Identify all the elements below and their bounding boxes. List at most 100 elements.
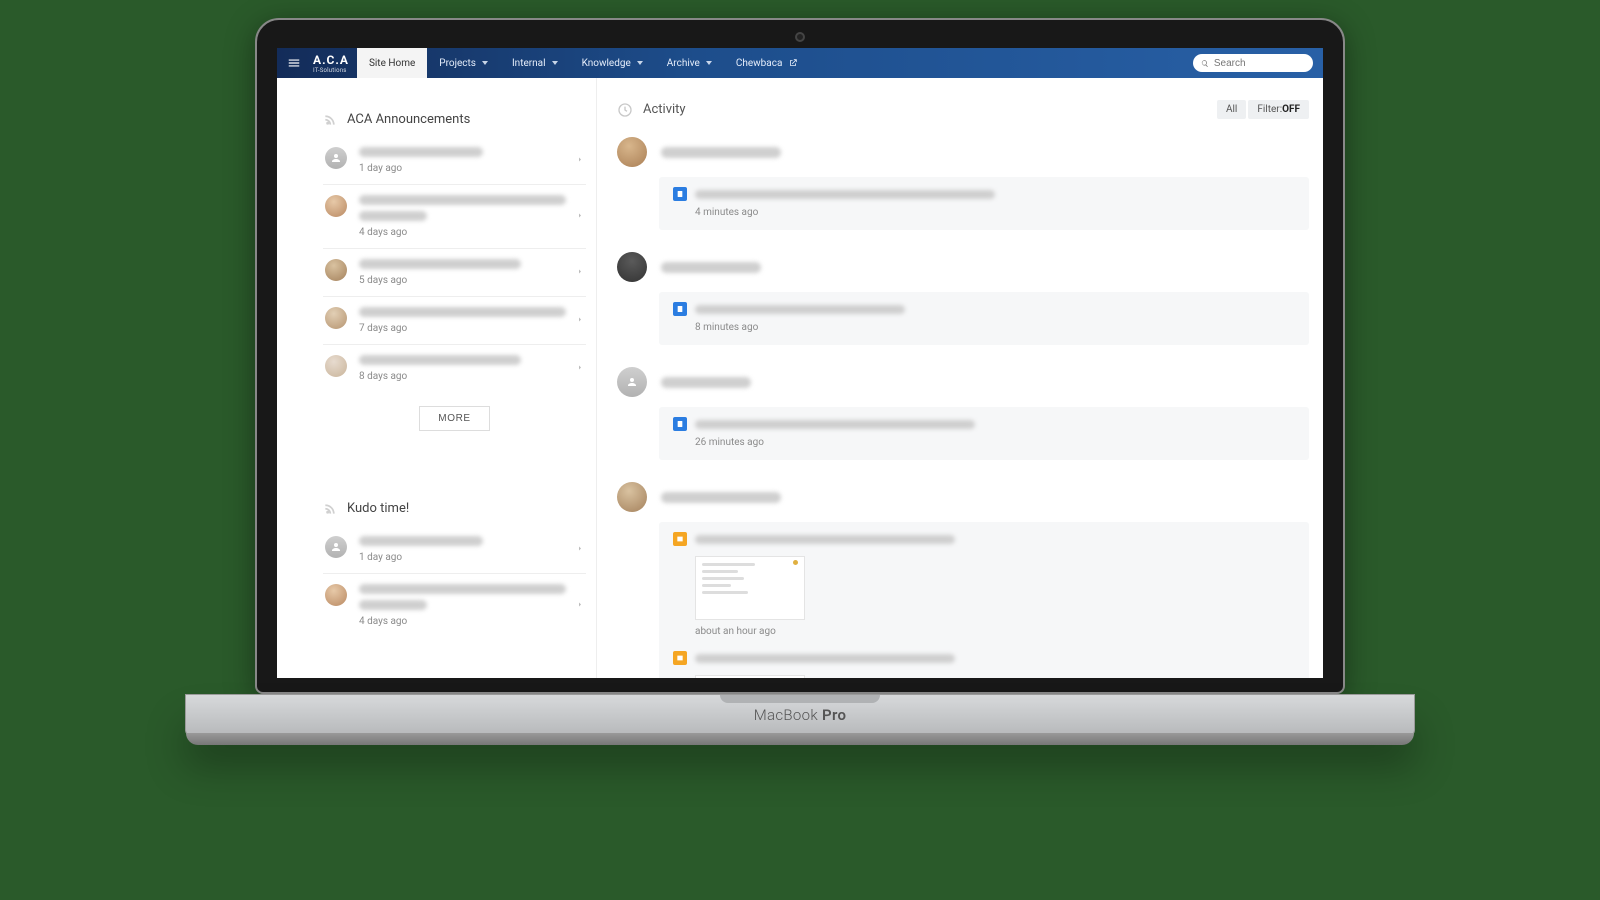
avatar — [325, 584, 347, 606]
search-input[interactable] — [1214, 58, 1305, 69]
attachment-thumbnail[interactable] — [695, 675, 805, 678]
rss-icon — [323, 113, 337, 127]
kudo-title-redacted — [359, 600, 427, 610]
kudo-title-redacted — [359, 536, 483, 546]
avatar — [325, 259, 347, 281]
activity-card[interactable]: 26 minutes ago — [659, 407, 1309, 460]
announcement-title-redacted — [359, 147, 483, 157]
avatar — [325, 307, 347, 329]
topbar: A.C.A IT-Solutions Site Home Projects In… — [277, 48, 1323, 78]
activity-meta: 8 minutes ago — [695, 322, 1295, 333]
announcement-title-redacted — [359, 259, 521, 269]
avatar — [617, 137, 647, 167]
announcements-title: ACA Announcements — [347, 112, 470, 127]
activity-title-redacted — [695, 305, 905, 314]
chevron-right-icon — [576, 313, 584, 328]
tab-archive[interactable]: Archive — [655, 48, 724, 78]
tab-label: Chewbaca — [736, 58, 783, 69]
filter-all[interactable]: All — [1217, 100, 1246, 119]
announcement-title-redacted — [359, 195, 566, 205]
activity-title-redacted — [695, 190, 995, 199]
hamburger-icon — [287, 56, 301, 70]
avatar — [325, 355, 347, 377]
menu-button[interactable] — [277, 48, 311, 78]
content-area: ACA Announcements 1 day ago — [277, 78, 1323, 678]
attachment-thumbnail[interactable] — [695, 556, 805, 620]
announcement-item[interactable]: 7 days ago — [323, 297, 586, 345]
tab-label: Archive — [667, 58, 700, 69]
announcement-item[interactable]: 1 day ago — [323, 137, 586, 185]
tab-projects[interactable]: Projects — [427, 48, 500, 78]
filter-toggle[interactable]: Filter:OFF — [1248, 100, 1309, 119]
kudo-meta: 4 days ago — [359, 616, 584, 627]
kudo-item[interactable]: 4 days ago — [323, 574, 586, 637]
logo[interactable]: A.C.A IT-Solutions — [311, 48, 357, 78]
activity-actor — [617, 363, 1309, 407]
announcement-meta: 5 days ago — [359, 275, 584, 286]
activity-card[interactable]: 4 minutes ago — [659, 177, 1309, 230]
activity-filters: All Filter:OFF — [1217, 100, 1309, 119]
screen-bezel: A.C.A IT-Solutions Site Home Projects In… — [255, 18, 1345, 694]
announcement-meta: 7 days ago — [359, 323, 584, 334]
announcement-title-redacted — [359, 307, 566, 317]
avatar — [325, 147, 347, 169]
laptop-frame: A.C.A IT-Solutions Site Home Projects In… — [255, 18, 1345, 736]
announcement-title-redacted — [359, 211, 427, 221]
avatar — [325, 536, 347, 558]
person-icon — [330, 152, 342, 164]
tab-chewbaca[interactable]: Chewbaca — [724, 48, 811, 78]
announcement-item[interactable]: 4 days ago — [323, 185, 586, 249]
chevron-down-icon — [482, 61, 488, 65]
more-button[interactable]: MORE — [419, 406, 489, 431]
tab-label: Projects — [439, 58, 476, 69]
activity-actor — [617, 478, 1309, 522]
kudo-header: Kudo time! — [323, 501, 586, 516]
actor-name-redacted — [661, 147, 781, 158]
logo-text: A.C.A — [313, 53, 349, 67]
tab-knowledge[interactable]: Knowledge — [570, 48, 655, 78]
document-icon — [673, 417, 687, 431]
chevron-right-icon — [576, 265, 584, 280]
activity-title-redacted — [695, 420, 975, 429]
external-link-icon — [788, 58, 798, 68]
kudo-title: Kudo time! — [347, 501, 409, 516]
activity-meta: about an hour ago — [695, 626, 1295, 637]
camera-dot — [795, 32, 805, 42]
document-icon — [673, 187, 687, 201]
rss-icon — [323, 502, 337, 516]
actor-name-redacted — [661, 492, 781, 503]
tab-label: Internal — [512, 58, 546, 69]
kudo-item[interactable]: 1 day ago — [323, 526, 586, 574]
nav-tabs: Site Home Projects Internal Knowledge Ar… — [357, 48, 810, 78]
left-column: ACA Announcements 1 day ago — [277, 78, 597, 678]
chevron-right-icon — [576, 598, 584, 613]
avatar — [617, 252, 647, 282]
announcements-header: ACA Announcements — [323, 112, 586, 127]
activity-meta: 26 minutes ago — [695, 437, 1295, 448]
chevron-down-icon — [637, 61, 643, 65]
tab-internal[interactable]: Internal — [500, 48, 570, 78]
announcement-item[interactable]: 5 days ago — [323, 249, 586, 297]
tab-site-home[interactable]: Site Home — [357, 48, 427, 78]
image-icon — [673, 651, 687, 665]
announcement-title-redacted — [359, 355, 521, 365]
chevron-right-icon — [576, 153, 584, 168]
announcement-meta: 1 day ago — [359, 163, 584, 174]
chevron-down-icon — [552, 61, 558, 65]
chevron-right-icon — [576, 542, 584, 557]
activity-card[interactable]: about an hour ago — [659, 522, 1309, 678]
kudo-title-redacted — [359, 584, 566, 594]
chevron-right-icon — [576, 209, 584, 224]
activity-card[interactable]: 8 minutes ago — [659, 292, 1309, 345]
device-label: MacBook Pro — [754, 706, 846, 724]
search-icon — [1201, 59, 1209, 68]
chevron-down-icon — [706, 61, 712, 65]
announcements-list: 1 day ago 4 days ago — [323, 137, 586, 392]
search-box[interactable] — [1193, 54, 1313, 72]
announcement-item[interactable]: 8 days ago — [323, 345, 586, 392]
activity-title-redacted — [695, 654, 955, 663]
activity-column: Activity All Filter:OFF — [597, 78, 1323, 678]
filter-state: OFF — [1282, 104, 1300, 115]
avatar — [617, 367, 647, 397]
activity-actor — [617, 248, 1309, 292]
